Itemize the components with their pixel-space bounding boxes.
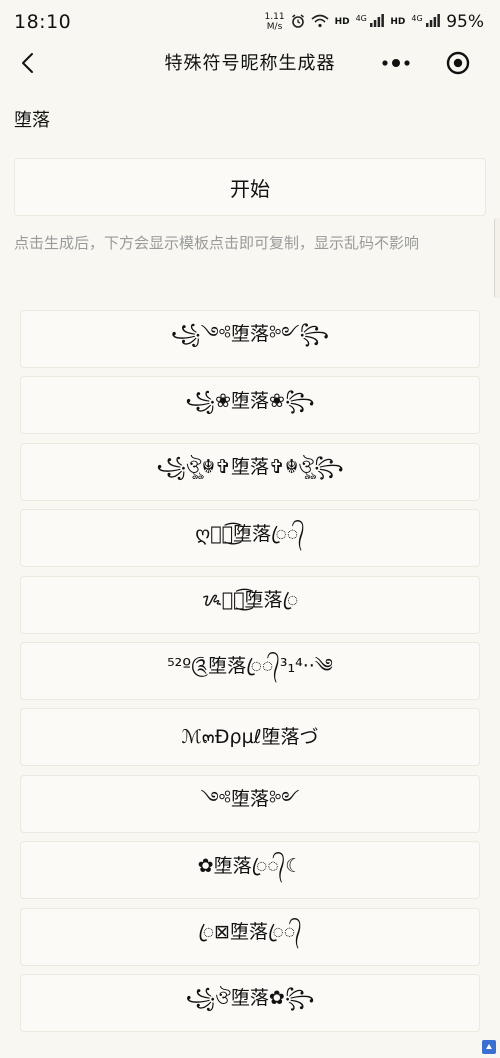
network-speed: 1.11 M/s: [265, 12, 285, 32]
status-bar: 18:10 1.11 M/s HD 4G HD 4G 95%: [0, 0, 500, 44]
hd-label-2: HD: [390, 17, 406, 27]
result-item[interactable]: ༺堕落༻: [20, 774, 480, 833]
result-item[interactable]: ⁵²º༊堕落ꦿ᭄³₁⁴··༄: [20, 641, 480, 700]
result-item[interactable]: ꧁ঔৣ☬✞堕落✞☬ঔৣ꧂: [20, 442, 480, 501]
result-item[interactable]: ꦿ⊠堕落ꦿ᭄: [20, 907, 480, 966]
result-item[interactable]: ℳ๓Ðρµℓ堕落づ: [20, 708, 480, 767]
page-title: 特殊符号昵称生成器: [164, 53, 336, 74]
scrollbar[interactable]: [494, 218, 500, 298]
more-options-button[interactable]: [378, 48, 414, 78]
battery-level: 95%: [446, 12, 484, 32]
network-speed-unit: M/s: [266, 22, 283, 32]
result-item[interactable]: ꧁ঔ堕落✿꧂: [20, 973, 480, 1032]
navigation-bar: 特殊符号昵称生成器: [0, 44, 500, 84]
network-type-label-2: 4G: [411, 14, 423, 23]
chevron-left-icon: [22, 53, 33, 73]
result-list: ꧁༺堕落༻꧂ ꧁❀堕落❀꧂ ꧁ঔৣ☬✞堕落✞☬ঔৣ꧂ ღ༊ོ͜͡堕落ꦿ᭄ ᝰ༊ོ…: [20, 310, 480, 1040]
wifi-icon: [311, 14, 329, 31]
name-input[interactable]: [14, 104, 474, 134]
hd-label-1: HD: [334, 17, 350, 27]
alarm-clock-icon: [291, 13, 305, 31]
result-item[interactable]: ✿堕落ꦿ᭄☾: [20, 841, 480, 900]
result-item[interactable]: ღ༊ོ͜͡堕落ꦿ᭄: [20, 509, 480, 568]
close-miniprogram-button[interactable]: [442, 48, 474, 78]
scroll-to-top-icon[interactable]: [482, 1040, 496, 1054]
signal-strength-icon-1: 4G: [356, 14, 385, 30]
more-dots-icon: [382, 59, 410, 67]
result-item[interactable]: ᝰ༊ོ͜͡堕落ꦿ: [20, 575, 480, 634]
signal-strength-icon-2: 4G: [411, 14, 441, 30]
status-icons: 1.11 M/s HD 4G HD 4G 95%: [265, 12, 484, 32]
network-type-label-1: 4G: [355, 14, 367, 23]
result-item[interactable]: ꧁❀堕落❀꧂: [20, 376, 480, 435]
start-button[interactable]: 开始: [14, 158, 486, 216]
result-item[interactable]: ꧁༺堕落༻꧂: [20, 310, 480, 368]
back-button[interactable]: [12, 46, 42, 80]
target-circle-icon: [446, 51, 470, 75]
network-speed-value: 1.11: [264, 12, 285, 22]
status-time: 18:10: [14, 11, 72, 33]
hint-text: 点击生成后，下方会显示模板点击即可复制，显示乱码不影响: [14, 234, 420, 252]
